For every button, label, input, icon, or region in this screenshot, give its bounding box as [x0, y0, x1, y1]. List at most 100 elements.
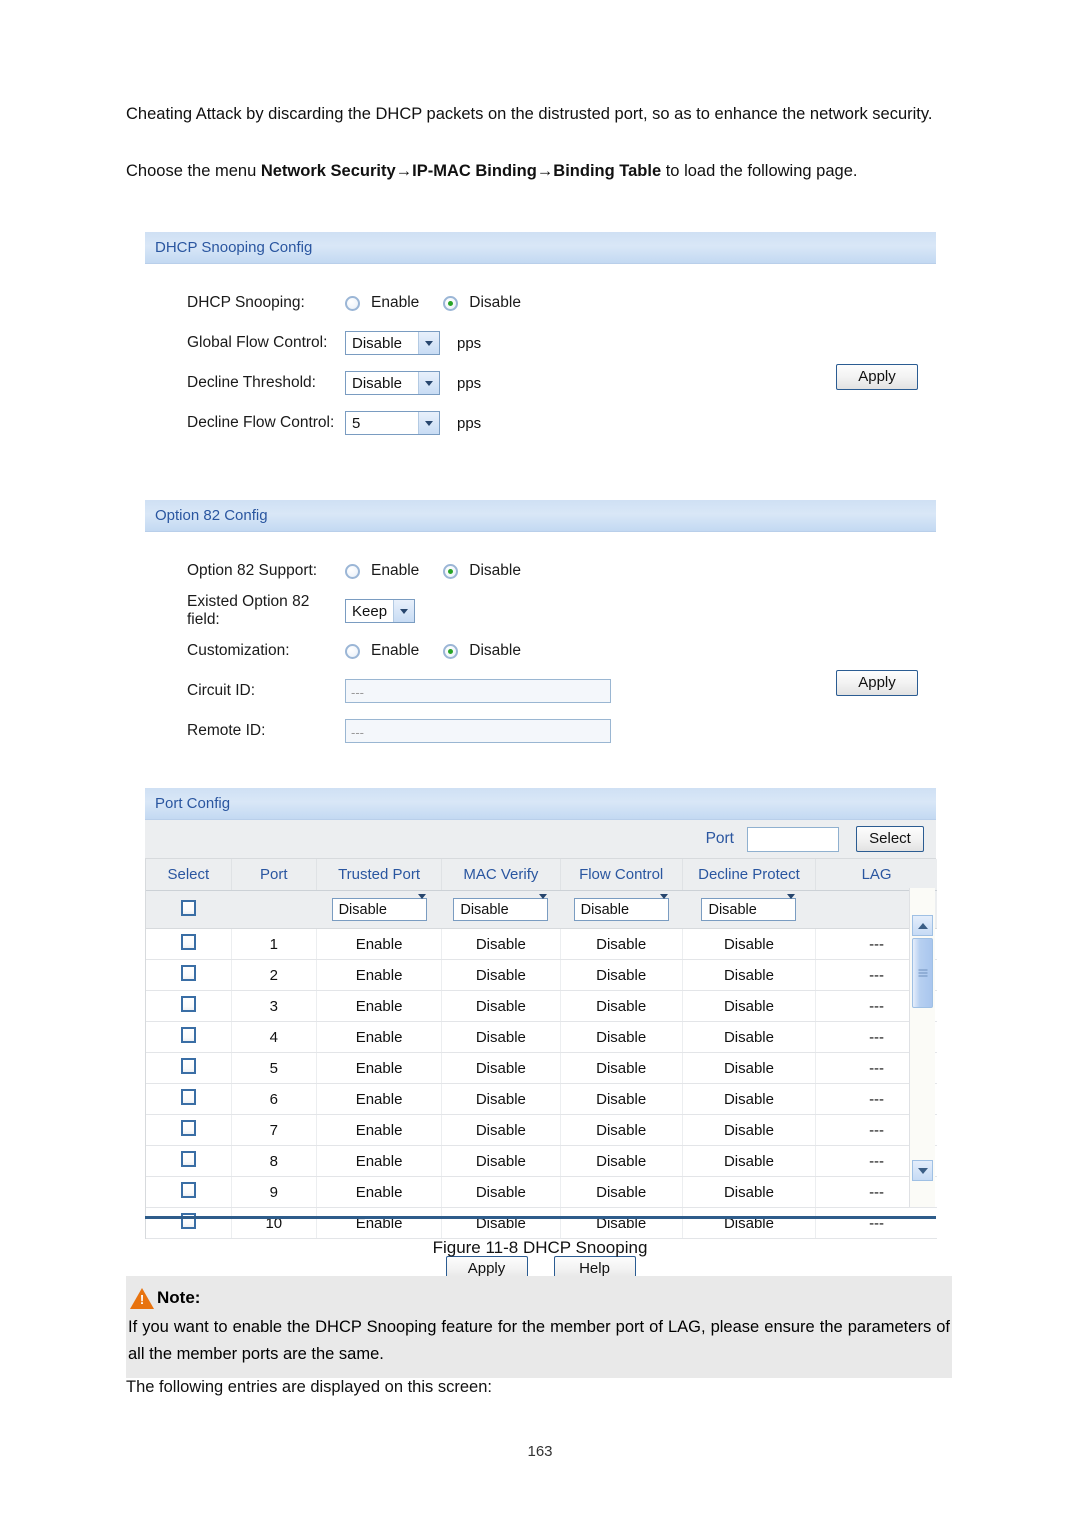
checkbox-icon[interactable]: [180, 1089, 196, 1105]
option82-support-enable-option[interactable]: Enable: [345, 562, 419, 580]
checkbox-icon[interactable]: [180, 899, 196, 916]
row-trusted-port: Enable: [316, 1052, 443, 1084]
decline-threshold-label: Decline Threshold:: [187, 374, 316, 391]
bulk-decline-protect-value: Disable: [708, 901, 757, 918]
after-note-text: The following entries are displayed on t…: [126, 1378, 492, 1396]
row-decline-protect: Disable: [682, 928, 817, 960]
bulk-edit-row: Disable Disable Disable Disable: [146, 890, 937, 929]
bulk-trusted-port-select[interactable]: Disable: [331, 898, 427, 921]
bulk-decline-protect-select[interactable]: Disable: [701, 898, 797, 921]
dhcp-snooping-enable-option[interactable]: Enable: [345, 294, 419, 312]
port-search-input[interactable]: [747, 826, 839, 852]
row-mac-verify: Disable: [441, 1176, 561, 1208]
chevron-down-icon[interactable]: [787, 899, 795, 920]
bulk-mac-verify-value: Disable: [460, 901, 509, 918]
global-flow-control-row: Global Flow Control: Disable pps: [145, 323, 936, 363]
row-decline-protect: Disable: [682, 1021, 817, 1053]
row-flow-control: Disable: [560, 1114, 683, 1146]
checkbox-icon[interactable]: [180, 1120, 196, 1136]
checkbox-icon[interactable]: [180, 934, 196, 950]
customization-disable-option[interactable]: Disable: [443, 642, 521, 660]
remote-id-input[interactable]: ---: [345, 719, 611, 743]
chevron-down-icon[interactable]: [660, 899, 668, 920]
intro-paragraph-1: Cheating Attack by discarding the DHCP p…: [126, 105, 933, 123]
row-select-cell[interactable]: [146, 1176, 232, 1208]
port-select-button[interactable]: Select: [856, 826, 924, 852]
port-config-table-shell: Select Port Trusted Port MAC Verify Flow…: [145, 859, 937, 1239]
existed-option82-field-select[interactable]: Keep: [345, 599, 415, 623]
global-flow-control-select[interactable]: Disable: [345, 331, 440, 355]
decline-threshold-select[interactable]: Disable: [345, 371, 440, 395]
bulk-decline-protect-cell: Disable: [682, 890, 817, 929]
circuit-id-input[interactable]: ---: [345, 679, 611, 703]
chevron-down-icon[interactable]: [539, 899, 547, 920]
option82-config-body: Option 82 Support: Enable Disable Existe…: [145, 532, 936, 758]
radio-checked-icon[interactable]: [443, 295, 459, 311]
dhcp-snooping-label: DHCP Snooping:: [187, 294, 305, 311]
bulk-flow-control-select[interactable]: Disable: [573, 898, 669, 921]
row-port: 8: [231, 1145, 317, 1177]
row-select-cell[interactable]: [146, 928, 232, 960]
decline-flow-control-label: Decline Flow Control:: [187, 414, 335, 431]
row-select-cell[interactable]: [146, 1207, 232, 1239]
row-select-cell[interactable]: [146, 1083, 232, 1115]
decline-threshold-row: Decline Threshold: Disable pps: [145, 363, 936, 403]
row-flow-control: Disable: [560, 1145, 683, 1177]
chevron-down-icon[interactable]: [418, 412, 439, 434]
row-trusted-port: Enable: [316, 928, 443, 960]
checkbox-icon[interactable]: [180, 996, 196, 1012]
bulk-flow-control-value: Disable: [580, 901, 630, 918]
row-select-cell[interactable]: [146, 1114, 232, 1146]
row-flow-control: Disable: [560, 1083, 683, 1115]
row-select-cell[interactable]: [146, 990, 232, 1022]
chevron-down-icon[interactable]: [418, 332, 439, 354]
global-flow-control-unit: pps: [457, 334, 482, 352]
row-decline-protect: Disable: [682, 1114, 817, 1146]
dhcp-snooping-radio-group: Enable Disable: [345, 294, 545, 312]
row-flow-control: Disable: [560, 1021, 683, 1053]
chevron-down-icon[interactable]: [418, 372, 439, 394]
checkbox-icon[interactable]: [180, 1151, 196, 1167]
existed-option82-field-row: Existed Option 82 field: Keep: [145, 591, 936, 631]
scrollbar-thumb[interactable]: [912, 938, 933, 1008]
row-trusted-port: Enable: [316, 1114, 443, 1146]
radio-unchecked-icon[interactable]: [345, 563, 360, 579]
bulk-select-cell[interactable]: [146, 890, 232, 929]
dhcp-snooping-enable-label: Enable: [371, 294, 420, 311]
row-select-cell[interactable]: [146, 1052, 232, 1084]
table-scrollbar[interactable]: [909, 888, 935, 1207]
intro-choose-suffix: to load the following page.: [661, 162, 858, 180]
checkbox-icon[interactable]: [180, 1058, 196, 1074]
option82-support-disable-option[interactable]: Disable: [443, 562, 521, 580]
table-row: 10 Enable Disable Disable Disable ---: [146, 1207, 937, 1239]
chevron-down-icon[interactable]: [393, 600, 414, 622]
checkbox-icon[interactable]: [180, 965, 196, 981]
scroll-down-button[interactable]: [912, 1160, 933, 1181]
row-mac-verify: Disable: [441, 928, 561, 960]
radio-checked-icon[interactable]: [443, 563, 459, 579]
dhcp-snooping-apply-button[interactable]: Apply: [836, 364, 918, 390]
row-select-cell[interactable]: [146, 1021, 232, 1053]
row-select-cell[interactable]: [146, 1145, 232, 1177]
row-decline-protect: Disable: [682, 1083, 817, 1115]
scroll-up-button[interactable]: [912, 915, 933, 936]
existed-option82-field-value: Keep: [352, 602, 388, 620]
note-title: Note:: [126, 1284, 952, 1312]
option82-apply-button[interactable]: Apply: [836, 670, 918, 696]
column-header-flow-control: Flow Control: [560, 859, 683, 891]
checkbox-icon[interactable]: [180, 1182, 196, 1198]
row-port: 7: [231, 1114, 317, 1146]
bulk-trusted-port-value: Disable: [338, 901, 387, 918]
radio-checked-icon[interactable]: [443, 643, 459, 659]
bulk-mac-verify-select[interactable]: Disable: [453, 898, 549, 921]
page-number: 163: [527, 1443, 553, 1460]
checkbox-icon[interactable]: [180, 1027, 196, 1043]
customization-enable-option[interactable]: Enable: [345, 642, 419, 660]
radio-unchecked-icon[interactable]: [345, 295, 360, 311]
chevron-down-icon[interactable]: [418, 899, 426, 920]
row-mac-verify: Disable: [441, 990, 561, 1022]
decline-flow-control-select[interactable]: 5: [345, 411, 440, 435]
row-select-cell[interactable]: [146, 959, 232, 991]
radio-unchecked-icon[interactable]: [345, 643, 360, 659]
dhcp-snooping-disable-option[interactable]: Disable: [443, 294, 521, 312]
